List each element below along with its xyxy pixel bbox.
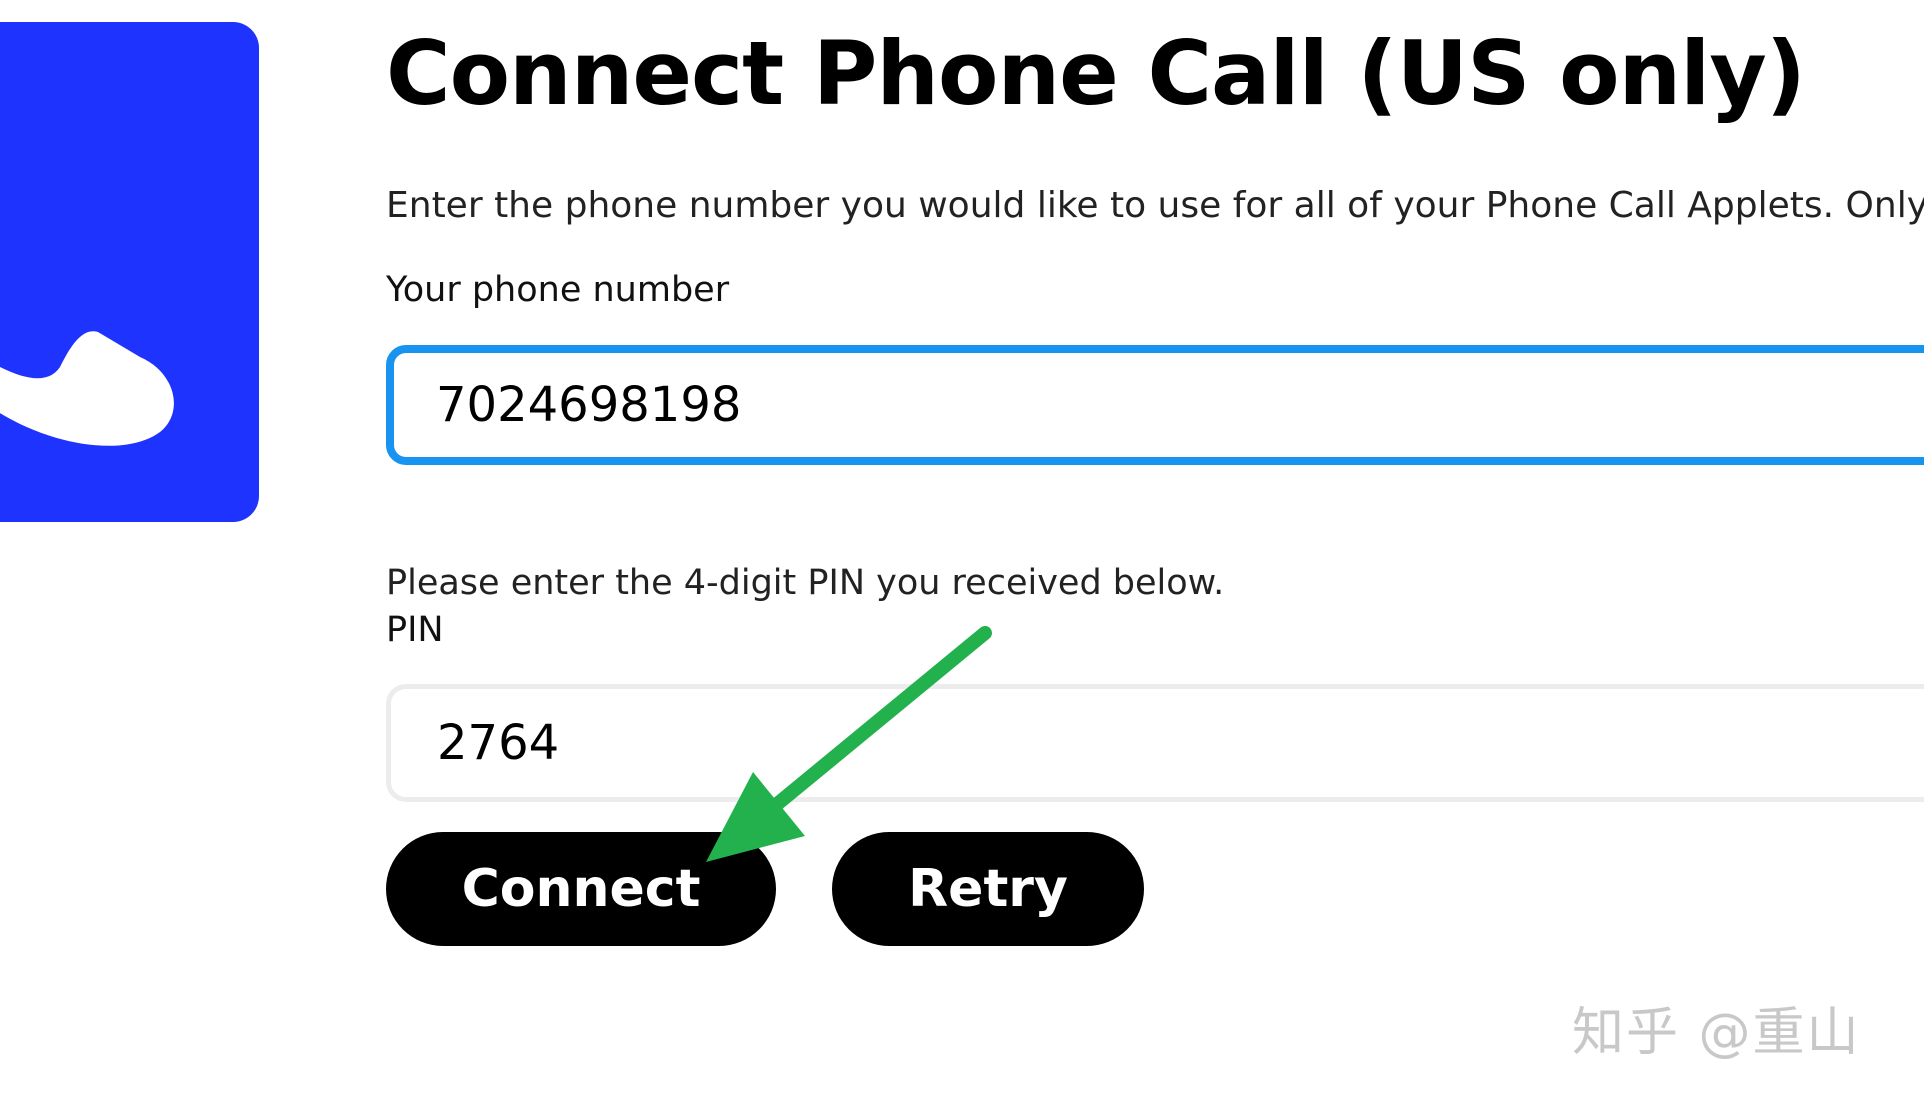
retry-button[interactable]: Retry xyxy=(832,832,1144,946)
pin-helper-text: Please enter the 4-digit PIN you receive… xyxy=(386,563,1225,603)
pin-input[interactable] xyxy=(386,684,1924,802)
phone-call-service-tile xyxy=(0,22,259,522)
watermark: 知乎 @重山 xyxy=(1572,1003,1861,1063)
connect-page: Connect Phone Call (US only) Enter the p… xyxy=(0,0,1924,1099)
page-title: Connect Phone Call (US only) xyxy=(386,22,1806,125)
phone-number-label: Your phone number xyxy=(386,270,730,310)
pin-label: PIN xyxy=(386,610,444,650)
connect-button[interactable]: Connect xyxy=(386,832,776,946)
phone-handset-icon xyxy=(0,331,174,446)
phone-number-input[interactable] xyxy=(386,345,1924,465)
intro-text: Enter the phone number you would like to… xyxy=(386,185,1924,226)
